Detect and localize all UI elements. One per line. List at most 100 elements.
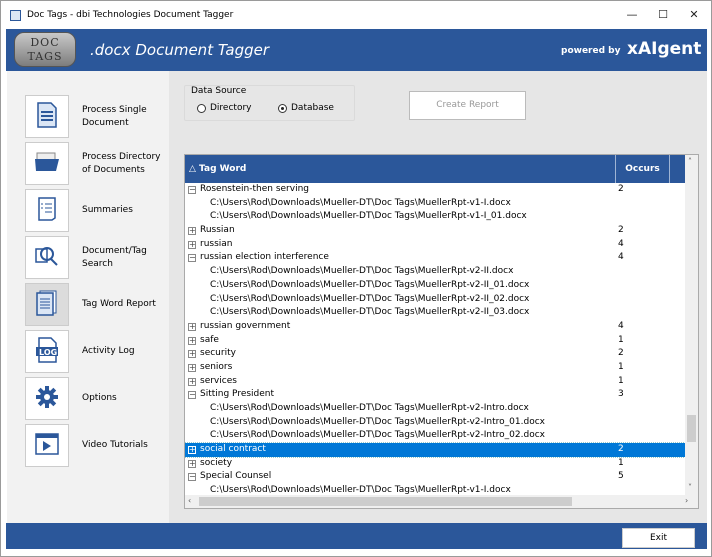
file-path-row[interactable]: C:\Users\Rod\Downloads\Mueller-DT\Doc Ta… <box>185 416 685 430</box>
tag-row[interactable]: − russian election interference 4 <box>185 251 685 265</box>
minimize-button[interactable]: — <box>617 6 647 24</box>
expand-icon[interactable]: + <box>188 336 196 345</box>
file-path: C:\Users\Rod\Downloads\Mueller-DT\Doc Ta… <box>210 266 514 277</box>
create-report-button[interactable]: Create Report <box>409 91 526 120</box>
app-header: DOC TAGS .docx Document Tagger powered by… <box>6 29 707 71</box>
nav-label[interactable]: Document/Tag Search <box>82 245 168 271</box>
nav-button-document-tag-search[interactable] <box>25 236 69 279</box>
nav-label[interactable]: Process Single Document <box>82 104 168 130</box>
nav-button-activity-log[interactable]: LOG <box>25 330 69 373</box>
nav-button-process-directory-of-documents[interactable] <box>25 142 69 185</box>
tag-row[interactable]: + russian 4 <box>185 238 685 252</box>
expand-icon[interactable]: + <box>188 377 196 386</box>
report-icon <box>36 290 58 319</box>
radio-database[interactable]: Database <box>278 103 334 113</box>
tag-row[interactable]: − Special Counsel 5 <box>185 470 685 484</box>
log-icon: LOG <box>35 337 59 366</box>
file-path: C:\Users\Rod\Downloads\Mueller-DT\Doc Ta… <box>210 403 529 413</box>
logo-line2: TAGS <box>27 50 63 63</box>
nav-label[interactable]: Process Directory of Documents <box>82 151 168 177</box>
vertical-scroll-thumb[interactable] <box>687 415 696 442</box>
nav-label[interactable]: Options <box>82 392 168 405</box>
scroll-down-icon[interactable]: ˅ <box>688 483 692 492</box>
expand-icon[interactable]: + <box>188 227 196 236</box>
nav-label[interactable]: Activity Log <box>82 345 168 358</box>
search-icon <box>34 243 60 272</box>
occurs-count: 2 <box>618 225 624 236</box>
file-path-row[interactable]: C:\Users\Rod\Downloads\Mueller-DT\Doc Ta… <box>185 402 685 416</box>
brand-name: xAIgent <box>627 39 702 59</box>
svg-text:LOG: LOG <box>39 348 57 357</box>
expand-icon[interactable]: + <box>188 240 196 249</box>
nav-label[interactable]: Video Tutorials <box>82 439 168 452</box>
nav-button-video-tutorials[interactable] <box>25 424 69 467</box>
file-path-row[interactable]: C:\Users\Rod\Downloads\Mueller-DT\Doc Ta… <box>185 306 685 320</box>
column-header-occurs[interactable]: Occurs <box>615 155 670 183</box>
tag-word: Special Counsel <box>200 471 272 482</box>
file-path-row[interactable]: C:\Users\Rod\Downloads\Mueller-DT\Doc Ta… <box>185 265 685 279</box>
tag-row[interactable]: + safe 1 <box>185 334 685 348</box>
tag-row[interactable]: + society 1 <box>185 457 685 471</box>
app-title: .docx Document Tagger <box>90 41 270 59</box>
collapse-icon[interactable]: − <box>188 186 196 194</box>
tag-row[interactable]: + services 1 <box>185 375 685 389</box>
tag-row[interactable]: + security 2 <box>185 347 685 361</box>
file-path-row[interactable]: C:\Users\Rod\Downloads\Mueller-DT\Doc Ta… <box>185 429 685 443</box>
close-button[interactable]: ✕ <box>679 6 709 24</box>
horizontal-scrollbar[interactable]: ‹ › <box>185 495 698 508</box>
expand-icon[interactable]: + <box>188 322 196 331</box>
tag-row[interactable]: + russian government 4 <box>185 320 685 334</box>
grid-header: △ Tag Word Occurs <box>185 155 685 183</box>
expand-icon[interactable]: + <box>188 363 196 372</box>
radio-circle <box>278 103 287 113</box>
file-path-row[interactable]: C:\Users\Rod\Downloads\Mueller-DT\Doc Ta… <box>185 197 685 211</box>
occurs-count: 4 <box>618 320 624 331</box>
collapse-icon[interactable]: − <box>188 473 196 482</box>
doc-tags-logo: DOC TAGS <box>14 32 76 67</box>
occurs-count: 1 <box>618 361 624 372</box>
nav-button-summaries[interactable] <box>25 189 69 232</box>
occurs-count: 2 <box>618 184 624 194</box>
scroll-up-icon[interactable]: ˄ <box>688 157 692 166</box>
scroll-left-icon[interactable]: ‹ <box>188 496 191 505</box>
file-path: C:\Users\Rod\Downloads\Mueller-DT\Doc Ta… <box>210 211 527 222</box>
tag-row[interactable]: − Rosenstein-then serving 2 <box>185 183 685 197</box>
app-icon <box>10 10 21 21</box>
collapse-icon[interactable]: − <box>188 391 196 400</box>
folder-icon <box>34 151 60 176</box>
tag-word: Sitting President <box>200 389 275 400</box>
tag-row[interactable]: + Russian 2 <box>185 224 685 238</box>
file-path-row[interactable]: C:\Users\Rod\Downloads\Mueller-DT\Doc Ta… <box>185 210 685 224</box>
column-header-tag-word[interactable]: △ Tag Word <box>189 164 246 174</box>
file-path: C:\Users\Rod\Downloads\Mueller-DT\Doc Ta… <box>210 197 511 208</box>
vertical-scrollbar[interactable]: ˄ ˅ <box>685 155 698 495</box>
nav-button-tag-word-report[interactable] <box>25 283 69 326</box>
nav-label[interactable]: Summaries <box>82 204 168 217</box>
collapse-icon[interactable]: − <box>188 254 196 263</box>
tag-row[interactable]: + seniors 1 <box>185 361 685 375</box>
nav-button-process-single-document[interactable] <box>25 95 69 138</box>
tag-row[interactable]: − Sitting President 3 <box>185 388 685 402</box>
exit-button[interactable]: Exit <box>622 528 695 548</box>
occurs-count: 2 <box>618 348 624 359</box>
horizontal-scroll-thumb[interactable] <box>199 497 572 506</box>
expand-icon[interactable]: + <box>188 350 196 359</box>
scroll-right-icon[interactable]: › <box>685 496 688 505</box>
tag-word: social contract <box>200 444 266 455</box>
radio-circle <box>197 103 206 113</box>
occurs-count: 1 <box>618 457 624 468</box>
radio-directory[interactable]: Directory <box>197 103 251 113</box>
tag-row[interactable]: + social contract 2 <box>185 442 686 458</box>
occurs-count: 2 <box>618 444 624 455</box>
file-path-row[interactable]: C:\Users\Rod\Downloads\Mueller-DT\Doc Ta… <box>185 279 685 293</box>
maximize-button[interactable]: ☐ <box>648 6 678 24</box>
nav-label[interactable]: Tag Word Report <box>82 298 168 311</box>
expand-icon[interactable]: + <box>188 446 196 455</box>
tag-word: safe <box>200 334 219 345</box>
nav-button-options[interactable] <box>25 377 69 420</box>
file-path-row[interactable]: C:\Users\Rod\Downloads\Mueller-DT\Doc Ta… <box>185 293 685 307</box>
file-path: C:\Users\Rod\Downloads\Mueller-DT\Doc Ta… <box>210 279 530 290</box>
expand-icon[interactable]: + <box>188 459 196 468</box>
video-icon <box>35 433 59 458</box>
tag-word: russian election interference <box>200 252 329 263</box>
